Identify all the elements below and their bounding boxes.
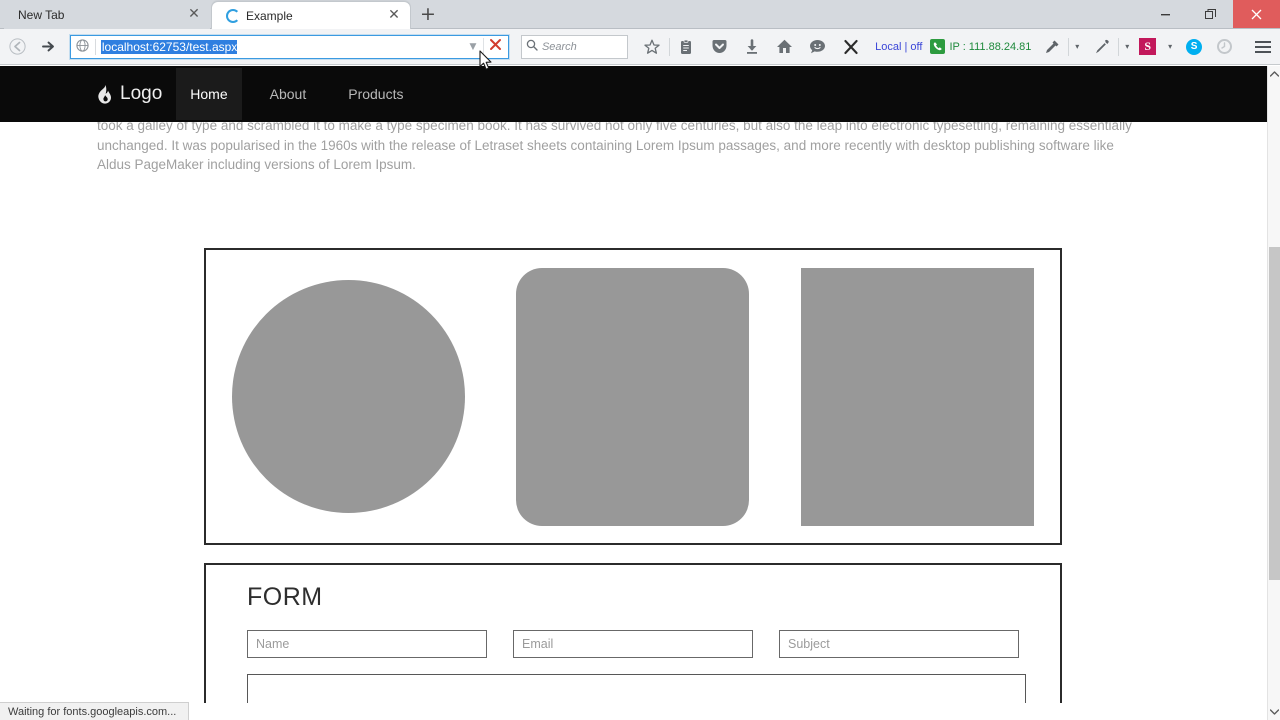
scroll-up-arrow-icon[interactable] — [1268, 66, 1280, 82]
new-tab-button[interactable]: + — [417, 4, 439, 26]
search-input[interactable]: Search — [542, 41, 577, 53]
address-bar[interactable]: localhost:62753/test.aspx ▼ — [69, 34, 509, 59]
stop-x-icon — [490, 39, 502, 50]
brand-logo[interactable]: Logo — [97, 83, 162, 105]
forward-button[interactable] — [36, 34, 62, 60]
ghostery-icon[interactable] — [834, 33, 867, 61]
message-textarea[interactable] — [247, 674, 1026, 703]
tab-close-icon[interactable]: ✕ — [386, 7, 402, 24]
tab-title: New Tab — [18, 8, 65, 22]
forward-arrow-icon — [42, 41, 55, 52]
restore-button[interactable] — [1188, 0, 1233, 28]
globe-icon — [76, 38, 90, 52]
minimize-icon — [1161, 13, 1170, 15]
page-scrollbar[interactable] — [1267, 66, 1280, 720]
back-button[interactable] — [5, 34, 31, 60]
chat-icon[interactable] — [801, 33, 834, 61]
eyedropper-icon[interactable] — [1085, 33, 1118, 61]
circle-glyph — [1217, 39, 1233, 54]
chevron-down-icon-2[interactable]: ▾ — [1119, 42, 1135, 51]
site-identity-icon[interactable] — [71, 38, 95, 55]
downloads-icon[interactable] — [735, 33, 768, 61]
reading-list-icon[interactable] — [670, 33, 703, 61]
restore-icon — [1205, 8, 1216, 19]
brand-label: Logo — [120, 83, 163, 104]
form-heading: FORM — [247, 583, 323, 611]
nav-link-products[interactable]: Products — [334, 68, 417, 120]
shape-square-rectangle — [801, 267, 1035, 526]
nav-link-home[interactable]: Home — [176, 68, 242, 120]
chevron-down-icon-3[interactable]: ▾ — [1162, 42, 1178, 51]
minimize-button[interactable] — [1143, 0, 1188, 28]
pocket-icon[interactable] — [703, 33, 736, 61]
email-input[interactable]: Email — [513, 630, 753, 658]
close-window-button[interactable] — [1233, 0, 1280, 28]
ip-address-label: IP : 111.88.24.81 — [949, 40, 1032, 53]
skype-icon[interactable]: S — [1186, 38, 1203, 55]
name-input[interactable]: Name — [247, 630, 487, 658]
form-panel: FORM Name Email Subject — [204, 563, 1062, 703]
ip-badge-icon — [930, 39, 946, 54]
local-toggle-label[interactable]: Local | off — [871, 41, 926, 53]
status-bar: Waiting for fonts.googleapis.com... — [0, 702, 190, 720]
menu-button[interactable] — [1247, 33, 1280, 61]
url-input[interactable]: localhost:62753/test.aspx — [96, 39, 463, 54]
shapes-panel — [204, 248, 1062, 545]
url-history-dropdown-icon[interactable]: ▼ — [463, 42, 483, 52]
chevron-down-icon[interactable]: ▾ — [1069, 42, 1085, 51]
bookmark-star-icon[interactable] — [636, 33, 669, 61]
search-icon — [522, 39, 542, 54]
loading-spinner-icon — [226, 8, 240, 23]
nav-link-about[interactable]: About — [256, 68, 321, 120]
window-controls — [1143, 0, 1280, 28]
tab-close-icon[interactable]: ✕ — [186, 7, 202, 23]
close-icon — [1251, 9, 1262, 19]
tab-strip: New Tab ✕ Example ✕ + — [0, 0, 1280, 29]
browser-window: New Tab ✕ Example ✕ + localhost:62753/te… — [0, 0, 1280, 720]
stop-loading-button[interactable] — [484, 38, 508, 55]
search-box[interactable]: Search — [520, 34, 628, 59]
tab-example[interactable]: Example ✕ — [211, 1, 411, 29]
home-icon[interactable] — [768, 33, 801, 61]
lorem-paragraph: took a galley of type and scrambled it t… — [97, 118, 1132, 173]
hamburger-icon — [1255, 40, 1272, 53]
addon-circle-icon[interactable] — [1208, 33, 1241, 61]
flame-icon — [97, 84, 112, 104]
selenium-badge-icon[interactable]: S — [1139, 38, 1157, 55]
tab-title: Example — [246, 8, 293, 23]
shape-rounded-rectangle — [516, 267, 750, 526]
form-field-row: Name Email Subject — [247, 630, 1060, 658]
browser-toolbar: localhost:62753/test.aspx ▼ Search Local… — [0, 29, 1280, 65]
url-selected-text: localhost:62753/test.aspx — [100, 39, 238, 54]
back-arrow-icon — [9, 38, 27, 55]
scroll-down-arrow-icon[interactable] — [1268, 704, 1280, 720]
page-viewport: took a galley of type and scrambled it t… — [0, 66, 1267, 703]
scrollbar-thumb[interactable] — [1269, 247, 1280, 580]
tab-new-tab[interactable]: New Tab ✕ — [4, 1, 210, 29]
status-text: Waiting for fonts.googleapis.com... — [8, 705, 177, 718]
site-navbar: Logo Home About Products — [0, 66, 1267, 122]
colorzilla-icon[interactable] — [1035, 33, 1068, 61]
shape-circle — [231, 280, 465, 513]
subject-input[interactable]: Subject — [779, 630, 1019, 658]
